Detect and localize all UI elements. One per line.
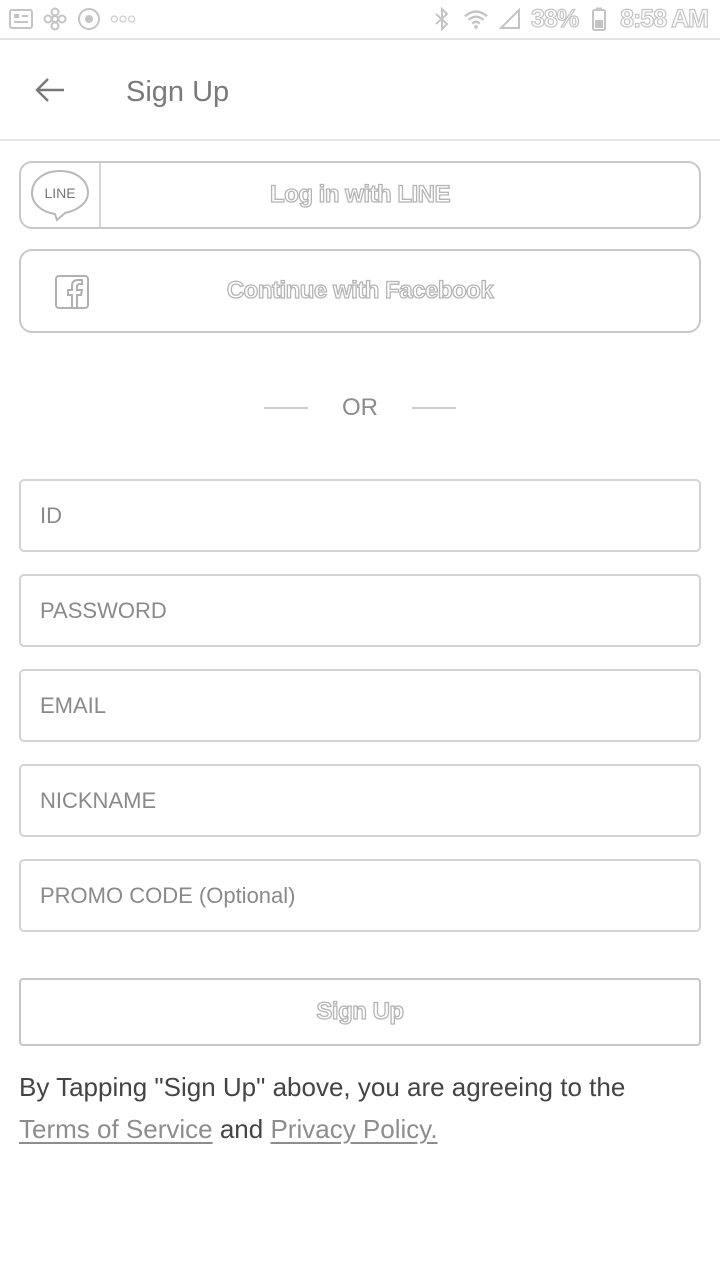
- target-notification-icon: [76, 8, 102, 30]
- divider-line-right: [412, 407, 456, 409]
- divider-line-left: [264, 407, 308, 409]
- password-field-container: [19, 574, 701, 647]
- promo-code-field-container: [19, 859, 701, 932]
- clock-time: 8:58 AM: [619, 4, 709, 33]
- battery-icon: [586, 7, 612, 31]
- promo-code-input[interactable]: [21, 861, 699, 930]
- gallery-notification-icon: [8, 8, 34, 30]
- back-button[interactable]: [28, 72, 72, 112]
- status-right-icons: 38% 8:58 AM: [429, 4, 710, 34]
- facebook-login-button[interactable]: Continue with Facebook: [19, 249, 701, 333]
- nickname-input[interactable]: [21, 766, 699, 835]
- or-label: OR: [342, 394, 378, 421]
- nickname-field-container: [19, 764, 701, 837]
- or-divider: OR: [0, 392, 720, 424]
- agreement-conjunction: and: [219, 1114, 264, 1144]
- app-bar: Sign Up: [0, 42, 720, 141]
- signal-icon: [497, 8, 523, 30]
- page-title: Sign Up: [126, 76, 230, 108]
- pinwheel-notification-icon: [42, 7, 68, 31]
- line-login-label: Log in with LINE: [269, 180, 451, 208]
- privacy-policy-link[interactable]: Privacy Policy.: [270, 1114, 437, 1144]
- wifi-icon: [463, 8, 489, 30]
- id-field-container: [19, 479, 701, 552]
- id-input[interactable]: [21, 481, 699, 550]
- status-left-icons: [8, 7, 136, 31]
- more-notifications-icon: [110, 8, 136, 30]
- bluetooth-icon: [429, 7, 455, 31]
- line-login-button[interactable]: LINE Log in with LINE: [19, 161, 701, 229]
- email-field-container: [19, 669, 701, 742]
- facebook-login-label: Continue with Facebook: [226, 276, 494, 304]
- sign-up-button-label: Sign Up: [316, 997, 405, 1025]
- agreement-text: By Tapping "Sign Up" above, you are agre…: [19, 1066, 709, 1150]
- battery-percentage: 38%: [530, 4, 579, 33]
- arrow-left-icon: [34, 76, 66, 109]
- status-bar: 38% 8:58 AM: [0, 0, 720, 40]
- terms-of-service-link[interactable]: Terms of Service: [19, 1114, 213, 1144]
- agreement-prefix: By Tapping "Sign Up" above, you are agre…: [19, 1072, 626, 1102]
- email-input[interactable]: [21, 671, 699, 740]
- sign-up-button[interactable]: Sign Up: [19, 978, 701, 1046]
- password-input[interactable]: [21, 576, 699, 645]
